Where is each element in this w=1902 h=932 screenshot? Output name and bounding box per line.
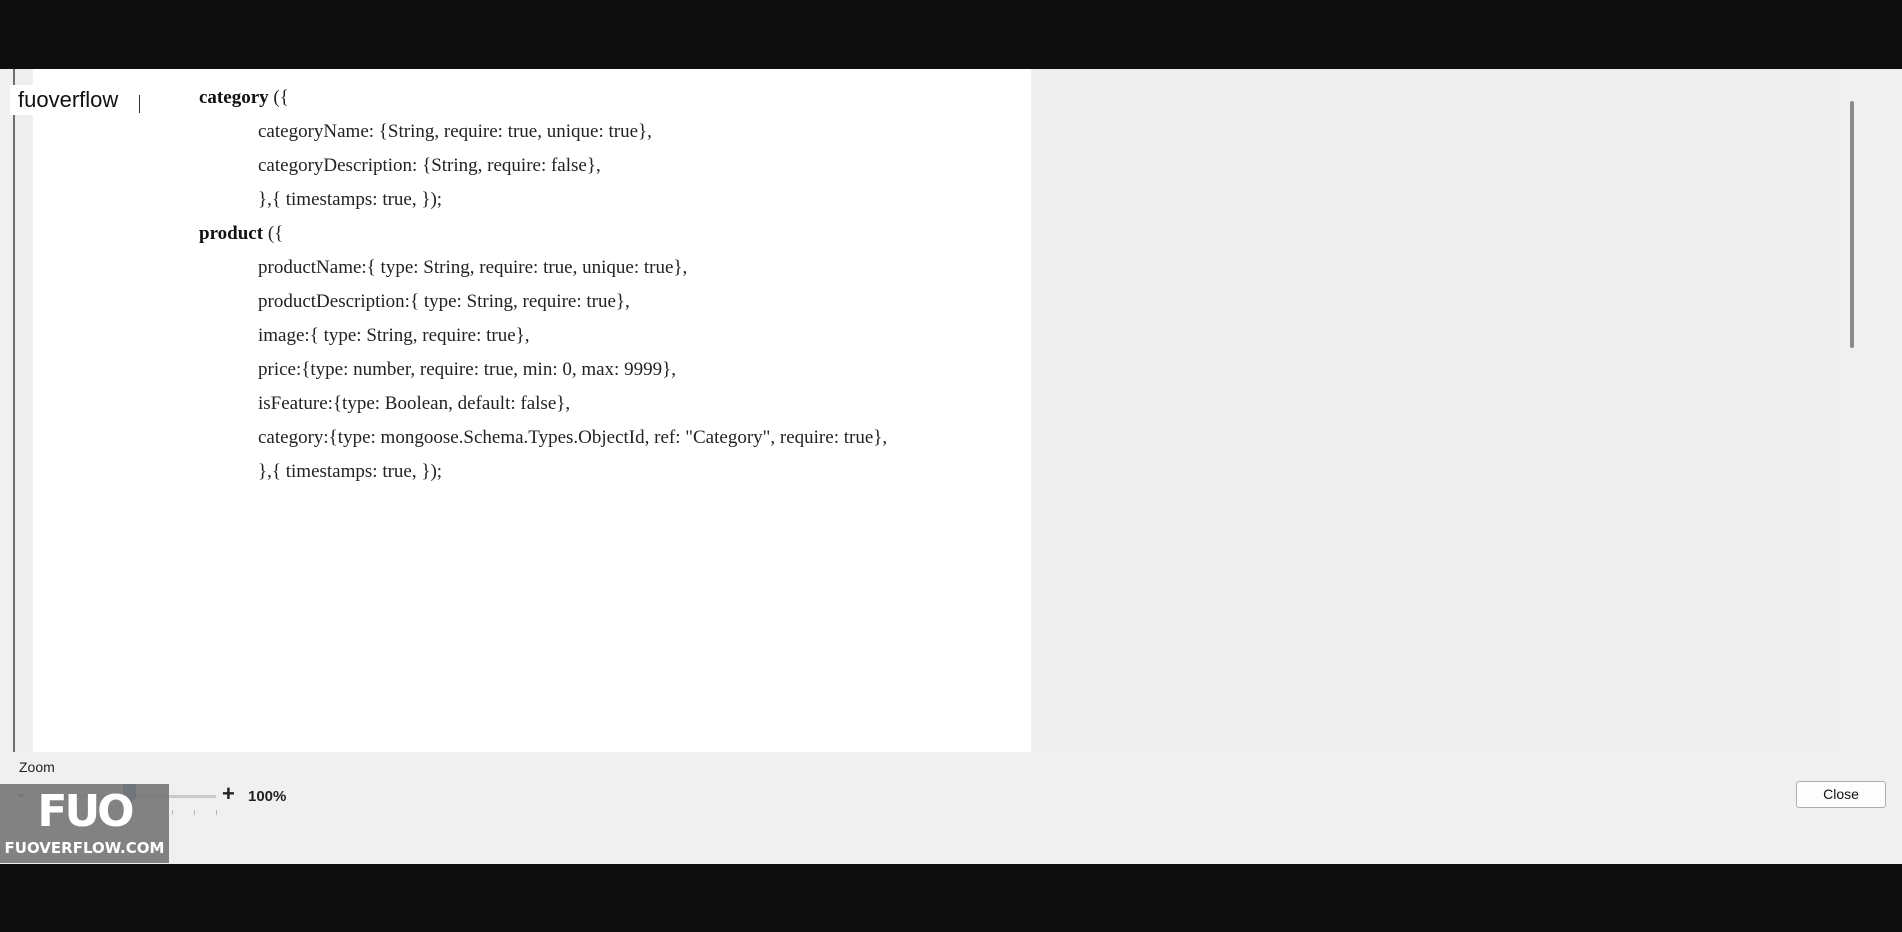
code-keyword: product xyxy=(199,223,264,244)
code-line: categoryDescription: {String, require: f… xyxy=(258,155,601,177)
code-line: productName:{ type: String, require: tru… xyxy=(258,257,687,279)
slider-tick xyxy=(194,810,195,815)
code-text: category:{type: mongoose.Schema.Types.Ob… xyxy=(258,427,888,448)
code-line: image:{ type: String, require: true}, xyxy=(258,325,530,347)
code-text: image:{ type: String, require: true}, xyxy=(258,325,530,346)
code-keyword: category xyxy=(199,87,269,108)
logo-site-text: FUOVERFLOW.COM xyxy=(4,839,165,857)
code-line: categoryName: {String, require: true, un… xyxy=(258,121,652,143)
code-text: },{ timestamps: true, }); xyxy=(258,461,443,482)
code-text: productDescription:{ type: String, requi… xyxy=(258,291,630,312)
slider-tick xyxy=(172,810,173,815)
code-line: category:{type: mongoose.Schema.Types.Ob… xyxy=(258,427,887,449)
code-text: productName:{ type: String, require: tru… xyxy=(258,257,688,278)
text-caret xyxy=(139,95,140,113)
zoom-in-button[interactable]: + xyxy=(222,781,235,807)
code-text: price:{type: number, require: true, min:… xyxy=(258,359,676,380)
code-line: isFeature:{type: Boolean, default: false… xyxy=(258,393,570,415)
code-line: },{ timestamps: true, }); xyxy=(258,189,442,211)
document-page: category ({ categoryName: {String, requir… xyxy=(33,69,1031,752)
zoom-label: Zoom xyxy=(19,759,55,775)
logo-mark: FUO xyxy=(37,786,134,837)
watermark-label: fuoverflow xyxy=(10,85,127,115)
code-text: ({ xyxy=(268,87,289,108)
code-text: ({ xyxy=(263,223,284,244)
close-button[interactable]: Close xyxy=(1796,781,1886,808)
fuoverflow-logo: FUO FUOVERFLOW.COM xyxy=(0,784,169,863)
code-text: },{ timestamps: true, }); xyxy=(258,189,443,210)
code-text: isFeature:{type: Boolean, default: false… xyxy=(258,393,571,414)
code-text: categoryName: {String, require: true, un… xyxy=(258,121,652,142)
vertical-scrollbar[interactable] xyxy=(1839,69,1865,752)
code-line: category ({ xyxy=(199,87,289,109)
code-line: },{ timestamps: true, }); xyxy=(258,461,442,483)
code-line: productDescription:{ type: String, requi… xyxy=(258,291,630,313)
scrollbar-thumb[interactable] xyxy=(1850,101,1854,348)
slider-tick xyxy=(216,810,217,815)
code-line: price:{type: number, require: true, min:… xyxy=(258,359,676,381)
document-viewport[interactable]: category ({ categoryName: {String, requir… xyxy=(13,69,1865,752)
zoom-value: 100% xyxy=(248,788,287,805)
code-text: categoryDescription: {String, require: f… xyxy=(258,155,601,176)
code-line: product ({ xyxy=(199,223,283,245)
document-viewer-window: category ({ categoryName: {String, requir… xyxy=(0,69,1902,864)
